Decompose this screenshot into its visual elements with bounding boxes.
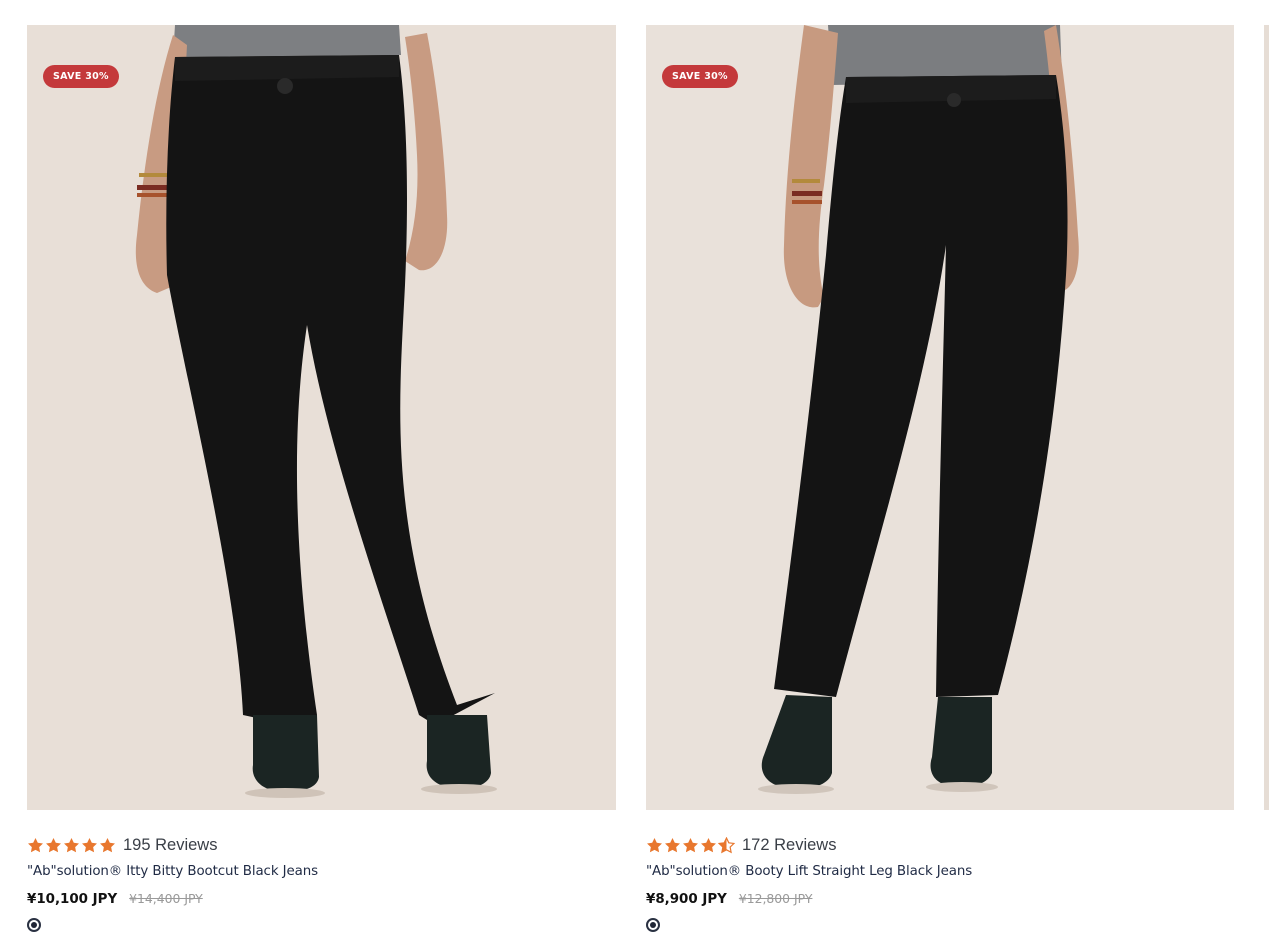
sale-price: ¥8,900 JPY [646, 892, 727, 907]
color-swatch[interactable] [27, 918, 41, 932]
product-image[interactable]: SAVE 30% [646, 25, 1234, 810]
star-icon [683, 837, 698, 852]
straight-leg-jeans-photo [646, 25, 1234, 810]
product-rating[interactable]: 195 Reviews [27, 834, 217, 856]
product-title[interactable]: "Ab"solution® Booty Lift Straight Leg Bl… [646, 864, 972, 879]
sale-badge: SAVE 30% [662, 65, 738, 88]
color-swatch[interactable] [646, 918, 660, 932]
star-rating [27, 837, 116, 854]
product-image[interactable]: SAVE 30% [27, 25, 616, 810]
star-icon [28, 837, 43, 852]
star-icon [64, 837, 79, 852]
review-count[interactable]: 195 Reviews [123, 836, 217, 855]
star-icon [46, 837, 61, 852]
product-grid: SAVE 30% 195 Reviews "Ab"solution® Itty … [0, 0, 1269, 952]
bootcut-jeans-photo [27, 25, 616, 810]
price-row: ¥10,100 JPY ¥14,400 JPY [27, 891, 203, 907]
price-row: ¥8,900 JPY ¥12,800 JPY [646, 891, 812, 907]
star-icon [100, 837, 115, 852]
product-rating[interactable]: 172 Reviews [646, 834, 836, 856]
sale-price: ¥10,100 JPY [27, 892, 118, 907]
star-icon [701, 837, 716, 852]
star-half-icon [718, 836, 735, 853]
product-image[interactable] [1264, 25, 1269, 810]
star-icon [665, 837, 680, 852]
star-rating [646, 836, 735, 854]
sale-badge: SAVE 30% [43, 65, 119, 88]
compare-price: ¥14,400 JPY [129, 891, 203, 906]
star-icon [647, 837, 662, 852]
review-count[interactable]: 172 Reviews [742, 836, 836, 855]
product-title[interactable]: "Ab"solution® Itty Bitty Bootcut Black J… [27, 864, 318, 879]
compare-price: ¥12,800 JPY [738, 891, 813, 906]
star-icon [82, 837, 97, 852]
